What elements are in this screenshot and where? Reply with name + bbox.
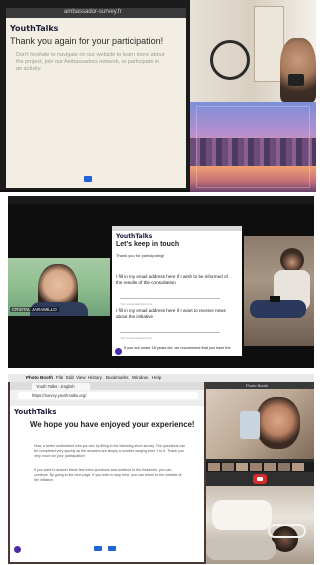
email-input-2[interactable]: Your email address here bbox=[120, 326, 220, 340]
form-line-2: I fill in my email address here if I wan… bbox=[116, 308, 226, 319]
thumbnail[interactable] bbox=[278, 463, 290, 471]
survey-screen-2: YouthTalks Let's keep in touch Thank you… bbox=[112, 226, 242, 356]
page-paragraph-2: If you want to answer these few extra qu… bbox=[34, 468, 182, 482]
thumbnail[interactable] bbox=[292, 463, 304, 471]
form-line-3: If you are under 18 years old, we recomm… bbox=[124, 346, 231, 350]
menu-window[interactable]: Window bbox=[132, 375, 148, 380]
page-heading: We hope you have enjoyed your experience… bbox=[30, 420, 195, 429]
middle-collage: CRISTAL JARAMILLO YouthTalks Let's keep … bbox=[8, 196, 314, 368]
browser-window: Youth Talks - English https://survey.you… bbox=[10, 382, 204, 562]
video-tile-middle bbox=[244, 236, 314, 346]
phone bbox=[288, 74, 304, 86]
tab-youth-talks[interactable]: Youth Talks - English bbox=[32, 383, 90, 390]
os-menu-bar: Photo Booth File Edit View History Bookm… bbox=[8, 374, 314, 382]
participant-tile: CRISTAL JARAMILLO bbox=[8, 258, 110, 316]
browser-url[interactable]: ambassador-survey.fr bbox=[64, 9, 122, 15]
person-with-phone bbox=[280, 38, 316, 102]
address-url: https://survey.youth-talks.org/ bbox=[32, 393, 87, 398]
phone bbox=[270, 296, 280, 302]
help-badge[interactable] bbox=[115, 348, 122, 355]
page-paragraph-1: Now, a better understand who you are by … bbox=[34, 444, 186, 458]
logo: YouthTalks bbox=[10, 24, 59, 33]
photo-booth-window: Photo Booth bbox=[206, 382, 314, 564]
survey-page-3: YouthTalks We hope you have enjoyed your… bbox=[10, 406, 204, 562]
person-lying bbox=[206, 486, 314, 564]
screen-frame bbox=[196, 106, 310, 188]
menu-view[interactable]: View bbox=[76, 375, 86, 380]
logo: YouthTalks bbox=[14, 408, 57, 416]
person-body bbox=[206, 538, 276, 560]
tab-strip: Youth Talks - English bbox=[10, 382, 204, 390]
menu-help[interactable]: Help bbox=[152, 375, 161, 380]
next-button[interactable] bbox=[84, 176, 92, 182]
thumbnail[interactable] bbox=[208, 463, 220, 471]
menu-app[interactable]: Photo Booth bbox=[26, 375, 53, 380]
thumbnail[interactable] bbox=[250, 463, 262, 471]
address-bar[interactable]: https://survey.youth-talks.org/ bbox=[18, 392, 198, 399]
camera-icon bbox=[257, 477, 263, 481]
phone bbox=[240, 411, 260, 439]
logo: YouthTalks bbox=[116, 233, 153, 240]
bicycle bbox=[210, 40, 250, 80]
person-legs bbox=[250, 300, 306, 318]
email-placeholder-1: Your email address here bbox=[120, 302, 153, 306]
pillow bbox=[212, 500, 272, 530]
camera-preview bbox=[206, 389, 314, 459]
menu-edit[interactable]: Edit bbox=[66, 375, 74, 380]
survey-page-1: YouthTalks Thank you again for your part… bbox=[6, 18, 186, 188]
person-head bbox=[280, 248, 304, 272]
survey-screen-1: ambassador-survey.fr YouthTalks Thank yo… bbox=[0, 0, 190, 190]
photo-booth-titlebar: Photo Booth bbox=[206, 382, 314, 389]
call-top-bar bbox=[8, 196, 314, 204]
controls-bar bbox=[206, 472, 314, 486]
participant-name: CRISTAL JARAMILLO bbox=[10, 307, 59, 312]
form-line-1: I fill in my email address here if I wis… bbox=[116, 274, 228, 285]
vr-scene-tile bbox=[190, 102, 316, 192]
help-badge[interactable] bbox=[14, 546, 21, 553]
form-heading: Let's keep in touch bbox=[116, 241, 180, 248]
menu-history[interactable]: History bbox=[88, 375, 102, 380]
page-heading: Thank you again for your participation! bbox=[10, 36, 164, 46]
next-button[interactable] bbox=[108, 546, 116, 551]
prev-button[interactable] bbox=[94, 546, 102, 551]
thumbnail[interactable] bbox=[264, 463, 276, 471]
thumbnail[interactable] bbox=[236, 463, 248, 471]
browser-bar-2 bbox=[112, 226, 242, 231]
browser-bar: ambassador-survey.fr bbox=[6, 8, 186, 18]
thumbnail[interactable] bbox=[222, 463, 234, 471]
photo-booth-title: Photo Booth bbox=[246, 383, 269, 388]
video-tile-top bbox=[190, 0, 316, 102]
headset bbox=[268, 524, 306, 538]
form-intro: Thank you for participating! bbox=[116, 253, 165, 258]
menu-bookmarks[interactable]: Bookmarks bbox=[106, 375, 129, 380]
bottom-collage: Photo Booth File Edit View History Bookm… bbox=[8, 374, 314, 564]
menu-file[interactable]: File bbox=[56, 375, 63, 380]
tab-label: Youth Talks - English bbox=[36, 384, 75, 389]
page-body-text: Don't hesitate to navigate on our websit… bbox=[16, 52, 165, 72]
person-face bbox=[256, 397, 300, 449]
email-input-1[interactable]: Your email address here bbox=[120, 292, 220, 306]
email-placeholder-2: Your email address here bbox=[120, 336, 153, 340]
thumbnail-strip bbox=[206, 462, 314, 472]
top-collage: ambassador-survey.fr YouthTalks Thank yo… bbox=[0, 0, 316, 192]
